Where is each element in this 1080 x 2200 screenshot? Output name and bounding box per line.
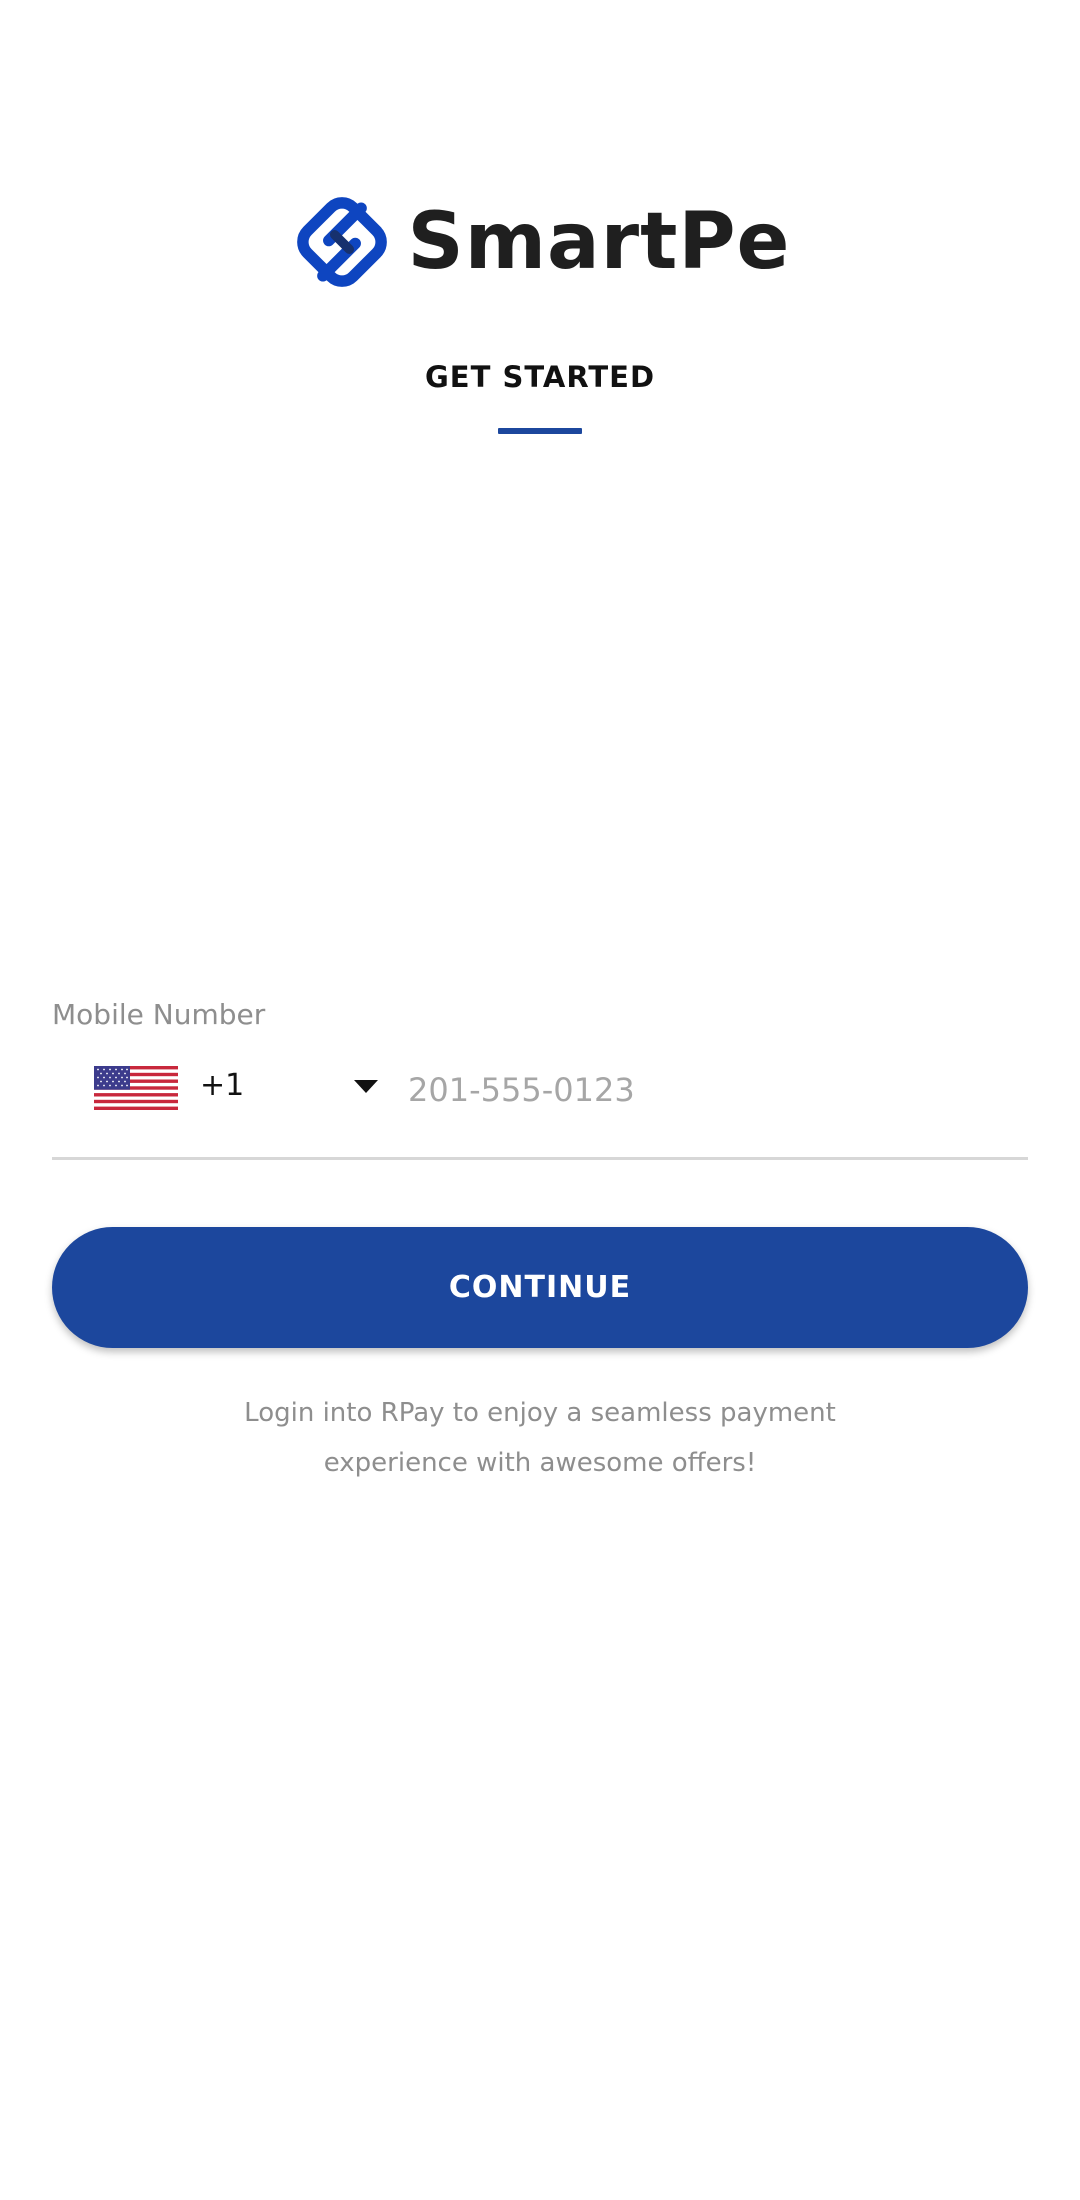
helper-text-line-2: experience with awesome offers! [323, 1448, 757, 1478]
page-title: GET STARTED [424, 360, 656, 394]
helper-text: Login into RPay to enjoy a seamless paym… [190, 1388, 890, 1488]
phone-field: +1 [52, 1048, 1028, 1160]
brand-name: SmartPe [407, 197, 791, 287]
app-logo: SmartPe [0, 186, 1080, 298]
us-flag-icon [94, 1066, 178, 1110]
mobile-number-label: Mobile Number [52, 998, 266, 1031]
country-code-picker[interactable]: +1 [52, 1048, 392, 1128]
dial-code: +1 [200, 1068, 245, 1103]
title-underline [498, 428, 582, 434]
smartpe-logo-icon [296, 197, 387, 287]
phone-field-underline [52, 1157, 1028, 1160]
continue-button[interactable]: CONTINUE [52, 1227, 1028, 1348]
phone-number-input[interactable] [408, 1060, 1008, 1120]
caret-down-icon [354, 1080, 378, 1093]
helper-text-line-1: Login into RPay to enjoy a seamless paym… [244, 1398, 836, 1428]
